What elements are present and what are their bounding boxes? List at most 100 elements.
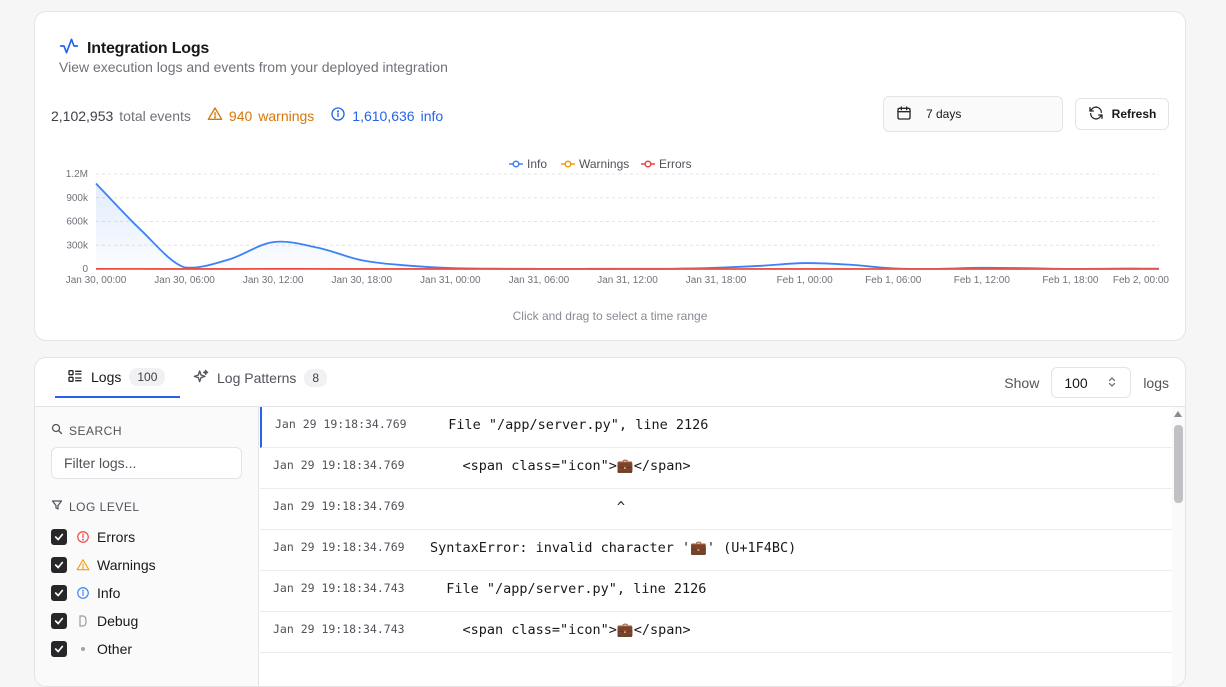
level-debug[interactable]: Debug: [51, 613, 138, 629]
info-icon: [330, 106, 346, 125]
refresh-label: Refresh: [1112, 107, 1157, 121]
search-icon: [51, 423, 63, 438]
log-row[interactable]: Jan 29 19:18:34.769 <span class="icon">💼…: [260, 448, 1172, 489]
title-row: Integration Logs: [59, 36, 209, 61]
info-icon: [75, 586, 91, 600]
debug-label: Debug: [97, 613, 138, 629]
date-range-picker[interactable]: 7 days: [883, 96, 1063, 132]
warnings-checkbox[interactable]: [51, 557, 67, 573]
show-suffix: logs: [1143, 375, 1169, 391]
scrollbar-thumb[interactable]: [1174, 425, 1183, 503]
x-tick-label: Jan 31, 12:00: [597, 275, 658, 286]
log-row[interactable]: Jan 29 19:18:34.769 File "/app/server.py…: [260, 407, 1172, 448]
log-message: SyntaxError: invalid character '💼' (U+1F…: [430, 540, 796, 556]
total-events-stat: 2,102,953 total events: [51, 108, 191, 124]
debug-icon: [75, 615, 91, 627]
show-label: Show: [1004, 375, 1039, 391]
alert-circle-icon: [75, 530, 91, 544]
filter-sidebar: SEARCH LOG LEVEL Errors Warnings Info: [35, 407, 259, 687]
legend-item-info[interactable]: Info: [509, 157, 547, 171]
refresh-icon: [1088, 105, 1104, 124]
errors-checkbox[interactable]: [51, 529, 67, 545]
page-title: Integration Logs: [87, 40, 209, 58]
tab-log-patterns-label: Log Patterns: [217, 370, 296, 386]
log-row[interactable]: Jan 29 19:18:34.743 <span class="icon">💼…: [260, 612, 1172, 653]
show-count-control: Show 100 logs: [1004, 367, 1169, 398]
log-message: <span class="icon">💼</span>: [430, 622, 691, 638]
alert-triangle-icon: [207, 106, 223, 125]
x-tick-label: Jan 30, 18:00: [331, 275, 392, 286]
x-tick-label: Jan 31, 00:00: [420, 275, 481, 286]
dot-icon: [75, 646, 91, 652]
x-tick-label: Feb 1, 12:00: [954, 275, 1011, 286]
x-tick-label: Jan 31, 18:00: [686, 275, 747, 286]
info-stat[interactable]: 1,610,636 info: [330, 106, 443, 125]
calendar-icon: [896, 105, 912, 124]
x-tick-label: Jan 30, 00:00: [66, 275, 127, 286]
debug-checkbox[interactable]: [51, 613, 67, 629]
info-checkbox[interactable]: [51, 585, 67, 601]
show-count-select[interactable]: 100: [1051, 367, 1131, 398]
log-list[interactable]: Jan 29 19:18:34.769 File "/app/server.py…: [260, 407, 1172, 687]
tab-logs[interactable]: Logs 100: [55, 358, 180, 398]
log-timestamp: Jan 29 19:18:34.769: [273, 458, 405, 472]
other-label: Other: [97, 641, 132, 657]
log-message: <span class="icon">💼</span>: [430, 458, 691, 474]
show-count-value: 100: [1064, 375, 1087, 391]
tab-log-patterns[interactable]: Log Patterns 8: [191, 358, 327, 398]
log-message: File "/app/server.py", line 2126: [430, 581, 706, 597]
stats-bar: 2,102,953 total events 940 warnings 1,61…: [51, 106, 459, 125]
log-timestamp: Jan 29 19:18:34.769: [273, 540, 405, 554]
legend-item-errors[interactable]: Errors: [641, 157, 692, 171]
other-checkbox[interactable]: [51, 641, 67, 657]
errors-label: Errors: [97, 529, 135, 545]
search-heading: SEARCH: [51, 423, 122, 438]
log-level-heading-label: LOG LEVEL: [69, 500, 140, 514]
list-icon: [67, 368, 83, 387]
sparkles-icon: [193, 369, 209, 388]
log-row[interactable]: Jan 29 19:18:34.769 ^: [260, 489, 1172, 530]
y-tick-label: 900k: [66, 193, 89, 204]
log-row[interactable]: Jan 29 19:18:34.769 SyntaxError: invalid…: [260, 530, 1172, 571]
search-heading-label: SEARCH: [69, 424, 122, 438]
x-tick-label: Jan 30, 12:00: [243, 275, 304, 286]
log-message: File "/app/server.py", line 2126: [432, 417, 708, 433]
log-timestamp: Jan 29 19:18:34.769: [275, 417, 407, 431]
integration-logs-card: Integration Logs View execution logs and…: [34, 11, 1186, 341]
x-tick-label: Jan 31, 06:00: [509, 275, 570, 286]
activity-icon: [59, 36, 79, 61]
y-tick-label: 300k: [66, 240, 89, 251]
legend-item-warnings[interactable]: Warnings: [561, 157, 629, 171]
logs-card: Logs 100 Log Patterns 8 Show 100 logs: [34, 357, 1186, 687]
alert-triangle-icon: [75, 558, 91, 572]
legend-label: Errors: [659, 157, 692, 171]
scroll-up-arrow-icon[interactable]: [1174, 411, 1182, 417]
warnings-stat[interactable]: 940 warnings: [207, 106, 314, 125]
log-timestamp: Jan 29 19:18:34.769: [273, 499, 405, 513]
x-tick-label: Feb 1, 06:00: [865, 275, 922, 286]
filter-logs-input[interactable]: [51, 447, 242, 479]
log-scrollbar[interactable]: [1172, 407, 1186, 687]
level-other[interactable]: Other: [51, 641, 132, 657]
y-tick-label: 0: [82, 264, 88, 275]
level-errors[interactable]: Errors: [51, 529, 135, 545]
x-tick-label: Feb 1, 18:00: [1042, 275, 1099, 286]
log-message: ^: [430, 499, 625, 515]
log-level-heading: LOG LEVEL: [51, 499, 140, 514]
chevrons-up-down-icon: [1106, 375, 1118, 391]
info-value: 1,610,636: [352, 108, 414, 124]
level-warnings[interactable]: Warnings: [51, 557, 156, 573]
legend-label: Info: [527, 157, 547, 171]
log-row[interactable]: Jan 29 19:18:34.743 File "/app/server.py…: [260, 571, 1172, 612]
level-info[interactable]: Info: [51, 585, 120, 601]
log-timestamp: Jan 29 19:18:34.743: [273, 581, 405, 595]
x-tick-label: Jan 30, 06:00: [154, 275, 215, 286]
tab-log-patterns-count: 8: [304, 369, 327, 387]
refresh-button[interactable]: Refresh: [1075, 98, 1169, 130]
warnings-level-label: Warnings: [97, 557, 156, 573]
tabs-bar: Logs 100 Log Patterns 8 Show 100 logs: [35, 358, 1185, 407]
filter-icon: [51, 499, 63, 514]
chart-hint: Click and drag to select a time range: [35, 309, 1185, 323]
info-label: info: [421, 108, 444, 124]
events-chart[interactable]: 0300k600k900k1.2MJan 30, 00:00Jan 30, 06…: [35, 152, 1185, 302]
